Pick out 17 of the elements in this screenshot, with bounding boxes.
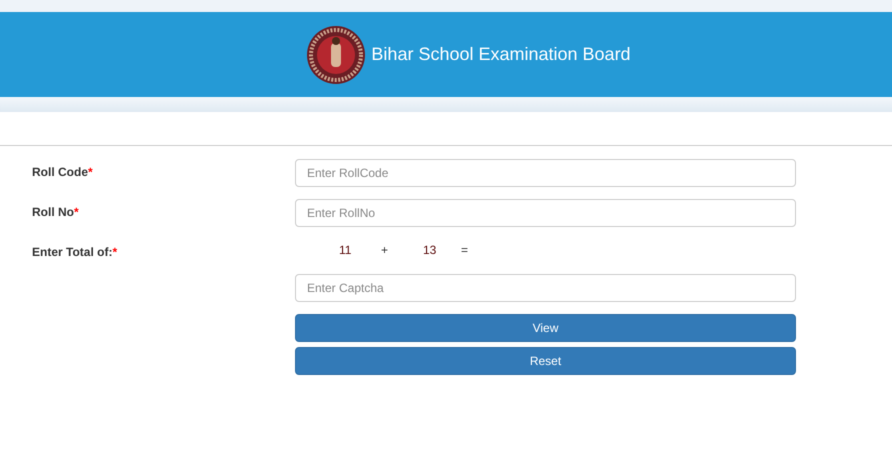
captcha-number: 11: [339, 242, 352, 259]
captcha-equals: =: [461, 242, 468, 259]
input-field[interactable]: Enter Captcha: [295, 274, 796, 302]
header-title: Bihar School Examination Board: [371, 43, 631, 66]
form-button[interactable]: View: [295, 314, 796, 342]
captcha-operator: +: [381, 242, 390, 259]
input-field[interactable]: Enter RollNo: [295, 199, 796, 227]
required-mark: *: [74, 205, 79, 219]
form-button[interactable]: Reset: [295, 347, 796, 375]
captcha-number: 13: [423, 242, 438, 259]
required-mark: *: [88, 165, 93, 179]
input-field[interactable]: Enter RollCode: [295, 159, 796, 187]
required-mark: *: [112, 245, 118, 259]
field-label: Enter Total of:: [32, 245, 112, 259]
emblem-icon: [306, 24, 366, 84]
field-label: Roll Code: [32, 165, 88, 179]
field-label: Roll No: [32, 205, 74, 219]
